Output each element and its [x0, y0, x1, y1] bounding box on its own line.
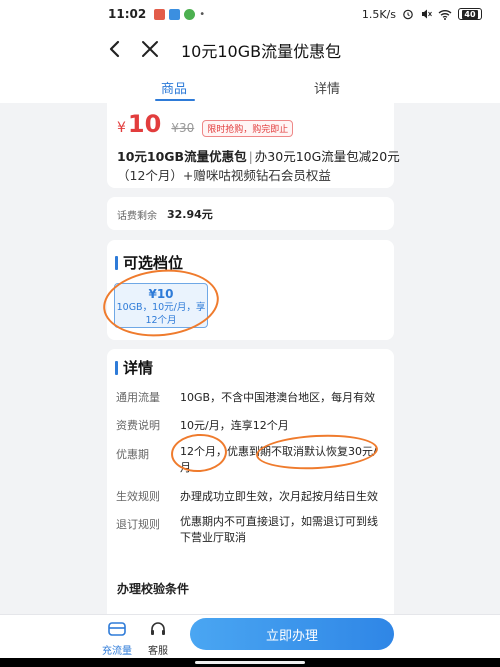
tab-active-indicator	[155, 99, 195, 101]
notification-icon	[169, 8, 181, 20]
balance-value: 32.94元	[167, 208, 213, 221]
promo-badge: 限时抢购，购完即止	[202, 120, 294, 137]
price-card: ¥ 10 ¥30 限时抢购，购完即止 10元10GB流量优惠包 | 办30元10G流…	[107, 103, 400, 188]
product-name: 10元10GB流量优惠包	[117, 149, 247, 164]
header: 10元10GB流量优惠包	[0, 28, 500, 70]
alarm-icon	[403, 9, 413, 20]
tab-detail[interactable]: 详情	[314, 78, 340, 97]
recharge-icon	[108, 622, 126, 636]
detail-label: 资费说明	[116, 419, 160, 432]
headset-icon	[151, 622, 165, 635]
home-pill[interactable]	[195, 661, 305, 664]
section-bar	[115, 360, 118, 375]
detail-label: 通用流量	[116, 391, 160, 404]
balance-card: 话费剩余 32.94元	[107, 197, 394, 230]
product-desc-line2: （12个月）+赠咪咕视频钻石会员权益	[117, 168, 331, 183]
tab-goods[interactable]: 商品	[161, 78, 187, 97]
price-original: ¥30	[171, 121, 195, 135]
battery-icon: 40	[458, 8, 482, 20]
section-bar	[115, 255, 118, 270]
back-button[interactable]	[102, 36, 128, 62]
home-indicator	[0, 658, 500, 667]
balance-label: 话费剩余	[117, 211, 157, 222]
network-speed: 1.5K/s	[361, 7, 396, 21]
apply-now-button[interactable]: 立即办理	[190, 618, 394, 650]
product-desc: 办30元10G流量包减20元	[254, 149, 400, 164]
chevron-left-icon	[109, 40, 120, 58]
title-separator: |	[248, 149, 253, 164]
notification-icon	[154, 8, 166, 20]
detail-label: 优惠期	[116, 448, 149, 461]
annotation-circle	[99, 264, 223, 342]
bottom-bar: 充流量 客服 立即办理	[0, 614, 500, 658]
detail-label: 退订规则	[116, 518, 160, 531]
mute-icon	[422, 9, 432, 19]
customer-service-button[interactable]: 客服	[138, 621, 178, 657]
tab-bar: 商品 详情	[0, 70, 500, 103]
detail-value: 办理成功立即生效，次月起按月结日生效	[180, 490, 378, 503]
page-title: 10元10GB流量优惠包	[181, 42, 342, 61]
price-row: ¥ 10 ¥30 限时抢购，购完即止	[117, 110, 294, 138]
detail-value: 优惠期内不可直接退订，如需退订可到线下营业厅取消	[180, 515, 378, 544]
price-currency: ¥	[117, 120, 126, 136]
detail-value: 10GB，不含中国港澳台地区，每月有效	[180, 391, 376, 404]
status-time: 11:02	[108, 7, 147, 21]
service-label: 客服	[148, 646, 168, 657]
detail-label: 生效规则	[116, 490, 160, 503]
more-dot-icon: •	[199, 8, 206, 20]
detail-value: 10元/月，连享12个月	[180, 419, 289, 432]
notification-icon	[184, 8, 196, 20]
recharge-label: 充流量	[102, 646, 132, 657]
price-current: 10	[127, 110, 162, 138]
wifi-icon	[438, 9, 452, 20]
conditions-title: 办理校验条件	[117, 582, 190, 596]
close-icon	[142, 41, 158, 57]
status-bar: 11:02 • 1.5K/s 40	[0, 0, 500, 28]
tier-card: 可选档位 ¥10 10GB，10元/月，享 12个月	[99, 240, 394, 342]
close-button[interactable]	[137, 36, 163, 62]
product-title-line: 10元10GB流量优惠包 | 办30元10G流量包减20元	[117, 146, 400, 165]
status-right: 1.5K/s 40	[362, 8, 482, 21]
detail-section-title: 详情	[115, 357, 153, 378]
recharge-button[interactable]: 充流量	[97, 621, 137, 657]
